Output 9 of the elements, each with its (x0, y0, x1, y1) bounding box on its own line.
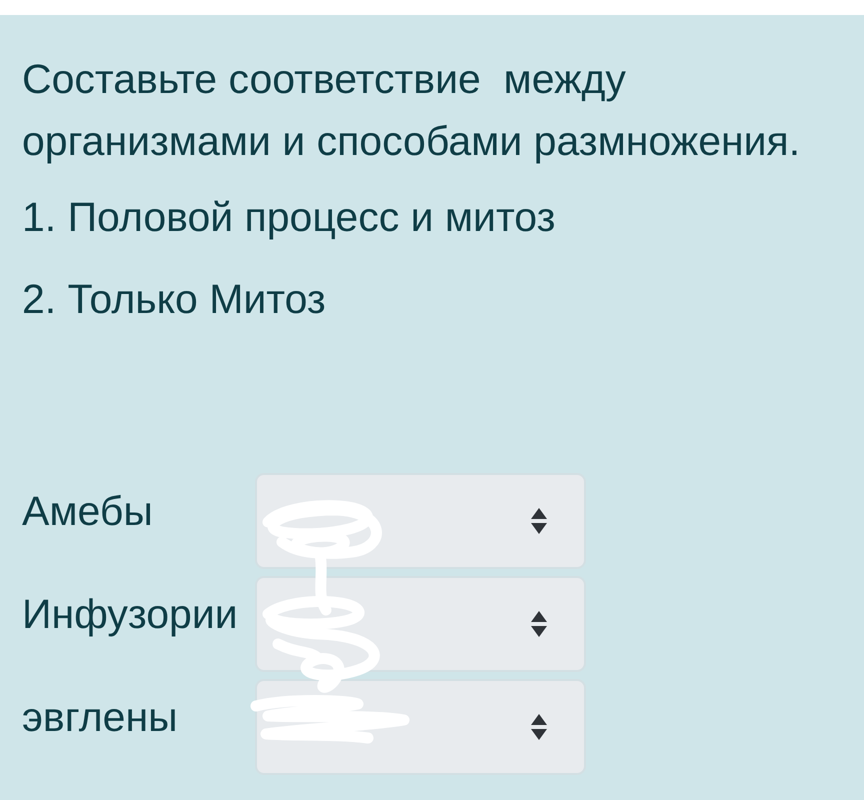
sort-arrows-icon (530, 609, 548, 639)
organism-label: эвглены (22, 694, 178, 740)
option-text: 1. Половой процесс и митоз (22, 193, 556, 242)
sort-arrows-icon (530, 506, 548, 536)
organism-label: Амебы (22, 488, 153, 534)
question-text: Составьте соответствие между организмами и способами размножения. (22, 55, 802, 166)
option-text: 2. Только Митоз (22, 275, 326, 324)
organism-label: Инфузории (22, 591, 238, 637)
sort-arrows-icon (530, 712, 548, 742)
